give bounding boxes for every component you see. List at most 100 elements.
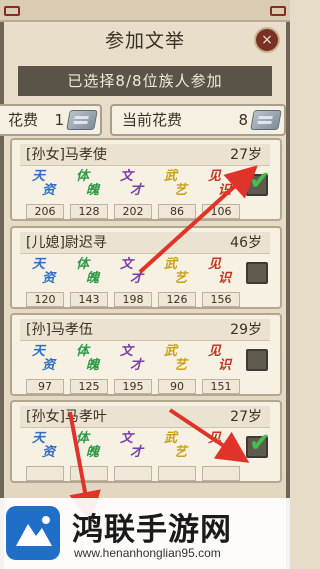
stat-value: 120 xyxy=(26,292,64,307)
ticket-icon xyxy=(250,110,282,130)
member-age: 46岁 xyxy=(230,235,262,251)
stat-label-char: 武 xyxy=(164,431,178,446)
stat-value: 151 xyxy=(202,379,240,394)
stat-value xyxy=(114,466,152,481)
stat-value xyxy=(26,466,64,481)
stat-label: 见识 xyxy=(208,345,236,377)
member-card[interactable]: [孙女]马孝使 27岁天资 206 体魄 128 文才 202 武艺 86 见识 106 ✔ xyxy=(10,138,282,221)
close-button[interactable]: × xyxy=(254,27,280,53)
stat-value: 90 xyxy=(158,379,196,394)
stat-label-char: 资 xyxy=(42,271,56,286)
checkmark-icon: ✔ xyxy=(249,428,271,458)
stat-column: 天资 120 xyxy=(26,256,66,307)
stat-column: 武艺 xyxy=(158,430,198,481)
stat-column: 文才 198 xyxy=(114,256,154,307)
corner-ornament-icon xyxy=(4,6,20,16)
stat-column: 文才 202 xyxy=(114,168,154,219)
stat-label-char: 识 xyxy=(218,271,232,286)
corner-ornament-icon xyxy=(270,6,286,16)
stat-label-char: 识 xyxy=(218,183,232,198)
stat-column: 文才 195 xyxy=(114,343,154,394)
stat-label-char: 见 xyxy=(208,344,222,359)
member-stats: 天资体魄文才武艺见识 xyxy=(26,430,240,481)
stat-value xyxy=(158,466,196,481)
stat-label: 文才 xyxy=(120,432,148,464)
stat-value: 202 xyxy=(114,204,152,219)
watermark: 鸿联手游网 www.henanhonglian95.com xyxy=(0,498,290,569)
select-checkbox[interactable] xyxy=(246,349,268,371)
stat-value: 126 xyxy=(158,292,196,307)
cost-label: 花费 xyxy=(8,111,39,129)
stat-label-char: 资 xyxy=(42,445,56,460)
stat-label-char: 见 xyxy=(208,257,222,272)
stat-value xyxy=(202,466,240,481)
stat-label-char: 文 xyxy=(120,257,134,272)
stat-column: 武艺 126 xyxy=(158,256,198,307)
select-checkbox[interactable]: ✔ xyxy=(246,428,271,458)
stat-label: 天资 xyxy=(32,432,60,464)
stat-label: 天资 xyxy=(32,170,60,202)
stat-label-char: 艺 xyxy=(174,183,188,198)
stat-column: 体魄 143 xyxy=(70,256,110,307)
stat-column: 文才 xyxy=(114,430,154,481)
stat-column: 见识 xyxy=(202,430,242,481)
stat-label: 见识 xyxy=(208,170,236,202)
stat-value: 206 xyxy=(26,204,64,219)
current-cost-label: 当前花费 xyxy=(122,111,183,129)
top-band xyxy=(0,0,290,22)
stat-label-char: 艺 xyxy=(174,445,188,460)
stat-label-char: 识 xyxy=(218,358,232,373)
watermark-title: 鸿联手游网 xyxy=(72,512,232,548)
stat-label: 武艺 xyxy=(164,432,192,464)
select-checkbox[interactable] xyxy=(246,262,268,284)
stat-column: 武艺 86 xyxy=(158,168,198,219)
site-logo-icon xyxy=(6,506,60,560)
member-card[interactable]: [孙女]马孝叶 27岁天资体魄文才武艺见识 ✔ xyxy=(10,400,282,483)
stat-value: 195 xyxy=(114,379,152,394)
stat-value xyxy=(70,466,108,481)
stat-value: 125 xyxy=(70,379,108,394)
ticket-icon xyxy=(66,110,98,130)
stat-value: 86 xyxy=(158,204,196,219)
stat-column: 见识 151 xyxy=(202,343,242,394)
member-stats: 天资 120 体魄 143 文才 198 武艺 126 见识 156 xyxy=(26,256,240,307)
stat-label: 武艺 xyxy=(164,345,192,377)
stat-label-char: 文 xyxy=(120,344,134,359)
stat-label-char: 才 xyxy=(130,445,144,460)
stat-label: 文才 xyxy=(120,170,148,202)
stat-label: 武艺 xyxy=(164,170,192,202)
stat-value: 143 xyxy=(70,292,108,307)
stat-label-char: 文 xyxy=(120,431,134,446)
stat-column: 见识 156 xyxy=(202,256,242,307)
member-age: 27岁 xyxy=(230,147,262,163)
stat-column: 天资 xyxy=(26,430,66,481)
member-header: [孙女]马孝使 27岁 xyxy=(20,144,270,166)
stat-label-char: 艺 xyxy=(174,358,188,373)
selected-count-banner: 已选择8/8位族人参加 xyxy=(18,66,272,96)
member-card[interactable]: [孙]马孝伍 29岁天资 97 体魄 125 文才 195 武艺 90 见识 151 xyxy=(10,313,282,396)
stat-label-char: 天 xyxy=(32,431,46,446)
member-name: [孙女]马孝叶 xyxy=(26,409,107,425)
member-header: [儿媳]尉迟寻 46岁 xyxy=(20,232,270,254)
stat-label-char: 资 xyxy=(42,183,56,198)
stat-value: 106 xyxy=(202,204,240,219)
stat-label: 文才 xyxy=(120,258,148,290)
stat-label: 见识 xyxy=(208,258,236,290)
dialog-title: 参加文举 xyxy=(104,30,185,52)
stat-value: 156 xyxy=(202,292,240,307)
stat-label: 体魄 xyxy=(76,258,104,290)
member-card[interactable]: [儿媳]尉迟寻 46岁天资 120 体魄 143 文才 198 武艺 126 见识 156 xyxy=(10,226,282,309)
stat-label-char: 资 xyxy=(42,358,56,373)
stat-label: 见识 xyxy=(208,432,236,464)
member-header: [孙女]马孝叶 27岁 xyxy=(20,406,270,428)
select-checkbox[interactable]: ✔ xyxy=(246,166,271,196)
member-age: 29岁 xyxy=(230,322,262,338)
stat-label-char: 魄 xyxy=(86,358,100,373)
stat-label-char: 见 xyxy=(208,169,222,184)
stat-label-char: 才 xyxy=(130,271,144,286)
stat-label-char: 体 xyxy=(76,169,90,184)
stat-column: 体魄 128 xyxy=(70,168,110,219)
stat-label-char: 识 xyxy=(218,445,232,460)
member-stats: 天资 97 体魄 125 文才 195 武艺 90 见识 151 xyxy=(26,343,240,394)
stat-label-char: 才 xyxy=(130,358,144,373)
